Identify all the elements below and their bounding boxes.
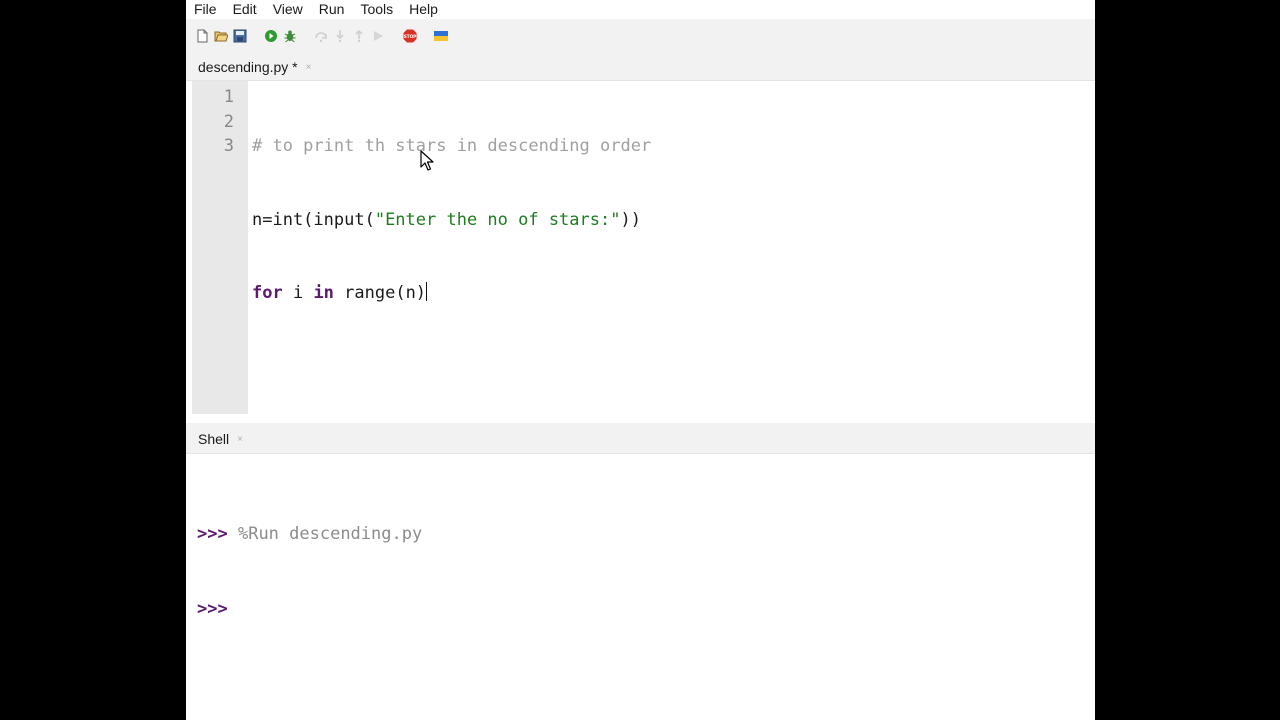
ukraine-flag-icon[interactable] xyxy=(434,29,448,43)
line-number-gutter: 1 2 3 xyxy=(192,81,248,414)
tab-descending-py[interactable]: descending.py * × xyxy=(192,54,318,80)
line-number: 1 xyxy=(223,87,234,107)
step-out-icon xyxy=(352,29,366,43)
shell-command: %Run descending.py xyxy=(237,524,423,544)
close-icon[interactable]: × xyxy=(237,434,243,445)
step-over-icon xyxy=(314,29,328,43)
shell-line-1: >>> %Run descending.py xyxy=(197,522,422,547)
new-file-icon[interactable] xyxy=(195,29,209,43)
resume-icon xyxy=(371,29,385,43)
shell-panel[interactable]: >>> %Run descending.py >>> xyxy=(192,454,1095,720)
tab-shell[interactable]: Shell × xyxy=(192,425,249,453)
mouse-pointer-icon xyxy=(420,150,434,171)
code-line-2: n=int(input("Enter the no of stars:")) xyxy=(252,208,651,233)
shell-prompt: >>> xyxy=(197,599,228,619)
close-icon[interactable]: × xyxy=(306,62,312,73)
tab-label: descending.py * xyxy=(198,59,298,75)
code-token: i xyxy=(282,283,314,303)
line-number: 2 xyxy=(223,111,234,132)
code-line-1: # to print th stars in descending order xyxy=(252,134,651,159)
code-token: )) xyxy=(620,209,641,230)
keyword: in xyxy=(313,283,334,303)
comment: # to print th stars in descending order xyxy=(252,136,652,156)
string-literal: "Enter the no of stars:" xyxy=(374,209,621,230)
shell-output: >>> %Run descending.py >>> xyxy=(197,472,422,672)
stop-icon[interactable]: STOP xyxy=(403,29,417,43)
svg-text:STOP: STOP xyxy=(404,34,417,39)
toolbar: STOP xyxy=(186,19,1095,54)
text-caret xyxy=(426,282,428,301)
shell-tab-bar: Shell × xyxy=(186,423,1095,454)
menu-edit[interactable]: Edit xyxy=(225,0,265,19)
code-line-3: for i in range(n) xyxy=(252,281,651,306)
menu-tools[interactable]: Tools xyxy=(352,0,401,19)
tab-label: Shell xyxy=(198,431,230,447)
menu-file[interactable]: File xyxy=(186,0,225,19)
menu-run[interactable]: Run xyxy=(311,0,353,19)
shell-line-2[interactable]: >>> xyxy=(197,597,422,622)
step-into-icon xyxy=(333,29,347,43)
code-token: range(n) xyxy=(333,283,427,303)
keyword: for xyxy=(252,283,283,303)
menu-bar: File Edit View Run Tools Help xyxy=(186,0,1095,19)
run-icon[interactable] xyxy=(264,29,278,43)
debug-icon[interactable] xyxy=(283,29,297,43)
code-editor[interactable]: 1 2 3 # to print th stars in descending … xyxy=(192,81,1095,414)
menu-help[interactable]: Help xyxy=(401,0,446,19)
save-icon[interactable] xyxy=(233,29,247,43)
thonny-window: File Edit View Run Tools Help STOP desce… xyxy=(186,0,1095,720)
code-text[interactable]: # to print th stars in descending order … xyxy=(252,85,651,355)
menu-view[interactable]: View xyxy=(265,0,311,19)
line-number: 3 xyxy=(223,136,234,156)
open-file-icon[interactable] xyxy=(214,29,228,43)
code-token: n=int(input( xyxy=(252,209,375,230)
shell-prompt: >>> xyxy=(197,524,228,544)
editor-tab-bar: descending.py * × xyxy=(186,54,1095,81)
